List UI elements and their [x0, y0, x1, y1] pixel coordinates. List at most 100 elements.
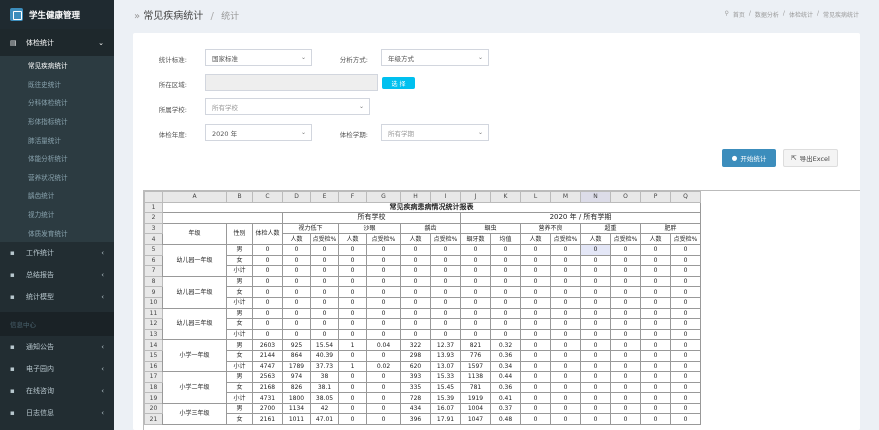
- column-letter: B: [226, 191, 253, 203]
- sheet-cell: 776: [460, 349, 491, 362]
- submenu-item[interactable]: 龋齿统计: [0, 186, 114, 205]
- sheet-row: 16 小计 4747 1789 37.73 1 0.02 620 13.07 1597 0.34 0 0…: [144, 360, 701, 373]
- chevron-down-icon: ⌄: [300, 129, 306, 136]
- sheet-cell: 女: [226, 413, 253, 426]
- sheet-cell: 0: [520, 243, 551, 256]
- sheet-cell: 0: [640, 243, 671, 256]
- sheet-cell: 0.36: [490, 349, 521, 362]
- menu-group-exam-stats[interactable]: ▤ 体检统计 ⌄: [0, 29, 114, 56]
- stat-standard-select[interactable]: 国家标准 ⌄: [205, 49, 312, 66]
- folder-icon: ▪: [10, 364, 15, 373]
- sheet-cell: 0: [610, 328, 641, 341]
- submenu-item[interactable]: 肺活量统计: [0, 130, 114, 149]
- sheet-cell: 0.36: [490, 381, 521, 394]
- sheet-cell: 16.07: [430, 402, 461, 415]
- sheet-cell: 0: [366, 371, 401, 383]
- column-letter: D: [282, 191, 311, 203]
- submenu-item[interactable]: 体能分析统计: [0, 149, 114, 168]
- breadcrumb-separator: /: [782, 10, 785, 17]
- sheet-cell: 0: [520, 307, 551, 320]
- sheet-cell: 864: [282, 349, 311, 362]
- submenu-item[interactable]: 常见疾病统计: [0, 56, 114, 75]
- sheet-cell: 0: [366, 392, 401, 404]
- breadcrumb-item[interactable]: 常见疾病统计: [823, 10, 859, 19]
- sheet-cell: 826: [282, 381, 311, 394]
- breadcrumb-separator: /: [748, 10, 751, 17]
- file-icon: ▪: [10, 270, 15, 279]
- submenu-item[interactable]: 体质发育统计: [0, 223, 114, 242]
- sheet-cell: 2700: [252, 402, 283, 415]
- app-logo-icon: [10, 8, 23, 21]
- export-excel-button[interactable]: ⇱ 导出Excel: [783, 149, 838, 167]
- sheet-cell: 0: [640, 413, 671, 426]
- analysis-select[interactable]: 年级方式 ⌄: [381, 49, 489, 66]
- submenu-item[interactable]: 分科体检统计: [0, 93, 114, 112]
- sheet-cell: 0: [252, 275, 283, 288]
- sidebar-item[interactable]: ▪ 在线咨询 ‹: [0, 380, 114, 402]
- sheet-cell: 0: [430, 254, 461, 267]
- chevron-down-icon: ⌄: [477, 129, 483, 136]
- sheet-cell: 0: [310, 243, 339, 256]
- breadcrumb-item[interactable]: 数据分析: [755, 10, 779, 19]
- sidebar-item[interactable]: ▪ 总结报告 ‹: [0, 264, 114, 286]
- sheet-cell: 0: [670, 286, 701, 298]
- sheet-cell: 0: [366, 296, 401, 309]
- sheet-cell: 0.34: [490, 360, 521, 373]
- school-select[interactable]: 所有学校 ⌄: [205, 98, 370, 115]
- report-spreadsheet[interactable]: A B C D E F G H I J K L M N O P Q 1 常见疾病患病情况统计报表 2 所有学校 2020 …: [143, 190, 860, 430]
- submenu-item[interactable]: 既往史统计: [0, 75, 114, 94]
- chevron-left-icon: ‹: [101, 248, 104, 257]
- sheet-cell: 0: [610, 243, 641, 256]
- sheet-cell: 女: [226, 381, 253, 394]
- sheet-cell: 0: [430, 296, 461, 309]
- column-letter: O: [610, 191, 641, 203]
- column-letter: N: [580, 191, 611, 203]
- sheet-cell: 0: [610, 402, 641, 415]
- title-separator: /: [210, 11, 214, 22]
- sheet-cell: 0: [520, 360, 551, 373]
- row-number: 20: [144, 402, 163, 415]
- term-select[interactable]: 所有学期 ⌄: [381, 124, 489, 141]
- sheet-cell: 0: [520, 286, 551, 298]
- pick-region-button[interactable]: 选 择: [382, 77, 415, 89]
- breadcrumb-item[interactable]: 首页: [733, 10, 745, 19]
- sheet-cell: 0: [366, 413, 401, 426]
- submenu-item[interactable]: 视力统计: [0, 205, 114, 224]
- sheet-cell: 1004: [460, 402, 491, 415]
- start-stats-button[interactable]: ● 开始统计: [722, 149, 776, 167]
- group-header: 蛔虫: [460, 222, 521, 235]
- sheet-cell: 0: [252, 296, 283, 309]
- sidebar-item[interactable]: ▪ 电子园内 ‹: [0, 358, 114, 380]
- sheet-cell: 15.54: [310, 339, 339, 351]
- sheet-cell: 2161: [252, 413, 283, 426]
- sheet-cell: 42: [310, 402, 339, 415]
- sheet-cell: 974: [282, 371, 311, 383]
- sheet-cell: 0.32: [490, 339, 521, 351]
- sheet-cell: 38: [310, 371, 339, 383]
- sheet-cell: 0: [366, 349, 401, 362]
- sheet-cell: 0: [400, 243, 431, 256]
- submenu: 常见疾病统计 既往史统计 分科体检统计 形体指标统计 肺活量统计 体能分析统计 营养状况统计…: [0, 56, 114, 242]
- sub-header: 点受检%: [430, 233, 461, 245]
- sheet-cell: 0: [460, 254, 491, 267]
- year-select[interactable]: 2020 年 ⌄: [205, 124, 312, 141]
- sheet-cell: 0: [520, 318, 551, 330]
- sidebar-item[interactable]: ▪ 统计模型 ‹: [0, 286, 114, 308]
- submenu-item[interactable]: 营养状况统计: [0, 168, 114, 187]
- row-number: 4: [144, 233, 163, 245]
- sub-header: 点受检%: [610, 233, 641, 245]
- sidebar-item[interactable]: ▪ 工作统计 ‹: [0, 242, 114, 264]
- region-input[interactable]: [205, 74, 378, 91]
- breadcrumb-item[interactable]: 体检统计: [789, 10, 813, 19]
- sheet-cell: 0: [550, 381, 581, 394]
- sheet-row: 11 幼儿园三年级男 0 0 0 0 0 0 0 0 0 0 0 0 0 0 0: [144, 307, 701, 341]
- sheet-cell: 0: [282, 265, 311, 277]
- submenu-item[interactable]: 形体指标统计: [0, 112, 114, 131]
- sidebar-item[interactable]: ▪ 日志信息 ‹: [0, 402, 114, 424]
- sheet-cell: 女: [226, 318, 253, 330]
- sidebar-item[interactable]: ▪ 通知公告 ‹: [0, 336, 114, 358]
- app-brand[interactable]: 学生健康管理: [0, 0, 114, 29]
- sheet-cell: 0: [490, 265, 521, 277]
- menu-list: ▪ 工作统计 ‹ ▪ 总结报告 ‹ ▪ 统计模型 ‹: [0, 242, 114, 308]
- sheet-cell: 0.41: [490, 392, 521, 404]
